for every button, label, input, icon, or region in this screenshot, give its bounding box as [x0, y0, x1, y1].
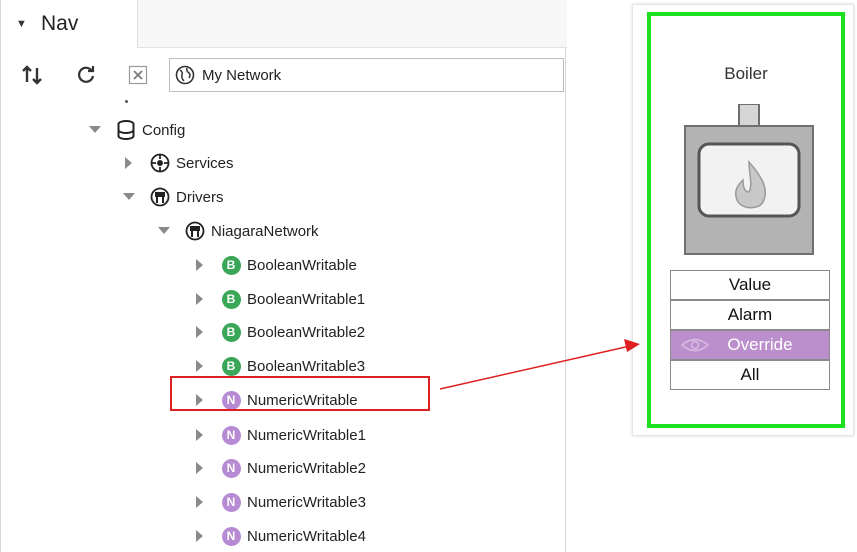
services-icon [150, 153, 170, 173]
collapsed-arrow-icon[interactable] [193, 428, 207, 442]
collapsed-arrow-icon[interactable] [193, 258, 207, 272]
all-button[interactable]: All [670, 360, 830, 390]
globe-icon [175, 65, 195, 85]
alarm-button[interactable]: Alarm [670, 300, 830, 330]
tree-label-niagara-network: NiagaraNetwork [211, 222, 319, 240]
eye-icon [681, 338, 709, 352]
boolean-point-icon: B [221, 289, 241, 309]
boolean-point-icon: B [221, 356, 241, 376]
all-button-label: All [740, 365, 760, 384]
expanded-arrow-icon[interactable] [88, 123, 102, 137]
nav-toolbar: My Network [1, 56, 567, 96]
collapsed-arrow-icon[interactable] [193, 529, 207, 543]
highlight-box [170, 376, 430, 411]
numeric-point-icon: N [221, 492, 241, 512]
close-icon[interactable] [125, 62, 151, 88]
collapsed-arrow-icon[interactable] [193, 359, 207, 373]
tree-label-point: NumericWritable3 [247, 493, 366, 511]
tree-node-point[interactable]: N NumericWritable3 [193, 487, 366, 517]
collapsed-arrow-icon[interactable] [193, 292, 207, 306]
ord-text: My Network [202, 67, 282, 84]
tree-label-point: BooleanWritable2 [247, 323, 366, 341]
tree-label-drivers: Drivers [176, 188, 224, 206]
nav-panel: ▼ Nav My Network Config Services Drivers… [0, 0, 567, 552]
sync-tree-icon[interactable] [20, 62, 46, 88]
tree-node-niagara-network[interactable]: NiagaraNetwork [157, 216, 319, 246]
tree-label-point: NumericWritable2 [247, 459, 366, 477]
value-button[interactable]: Value [670, 270, 830, 300]
nav-header: ▼ Nav [1, 0, 567, 48]
nav-title: Nav [41, 12, 79, 35]
tree-node-drivers[interactable]: Drivers [122, 182, 224, 212]
tree-ellipsis [125, 100, 128, 103]
nav-tab[interactable]: ▼ Nav [1, 0, 138, 48]
tree-node-point[interactable]: B BooleanWritable [193, 250, 357, 280]
tree-node-point[interactable]: B BooleanWritable2 [193, 317, 365, 347]
collapsed-arrow-icon[interactable] [193, 325, 207, 339]
tree-node-config[interactable]: Config [88, 115, 185, 145]
tree-node-point[interactable]: N NumericWritable1 [193, 420, 366, 450]
tree-node-point[interactable]: N NumericWritable2 [193, 453, 366, 483]
caret-down-icon[interactable]: ▼ [16, 18, 27, 30]
boiler-title: Boiler [724, 64, 768, 83]
tree-node-point[interactable]: B BooleanWritable1 [193, 284, 365, 314]
override-button[interactable]: Override [670, 330, 830, 360]
numeric-point-icon: N [221, 458, 241, 478]
network-icon [185, 221, 205, 241]
tree-label-point: NumericWritable1 [247, 426, 366, 444]
numeric-point-icon: N [221, 526, 241, 546]
alarm-button-label: Alarm [727, 305, 773, 324]
boolean-point-icon: B [221, 322, 241, 342]
boiler-icon [684, 104, 814, 255]
tree-label-point: BooleanWritable1 [247, 290, 366, 308]
tree-label-point: BooleanWritable3 [247, 357, 366, 375]
value-button-label: Value [728, 275, 772, 294]
tree-node-services[interactable]: Services [122, 148, 234, 178]
drivers-icon [150, 187, 170, 207]
refresh-icon[interactable] [73, 62, 99, 88]
tree-label-point: NumericWritable4 [247, 527, 366, 545]
numeric-point-icon: N [221, 425, 241, 445]
expanded-arrow-icon[interactable] [157, 224, 171, 238]
tree-label-config: Config [142, 121, 186, 139]
collapsed-arrow-icon[interactable] [193, 461, 207, 475]
database-icon [116, 120, 136, 140]
expanded-arrow-icon[interactable] [122, 190, 136, 204]
tree-label-point: BooleanWritable [247, 256, 357, 274]
override-button-label: Override [727, 335, 793, 354]
boolean-point-icon: B [221, 255, 241, 275]
tree-label-services: Services [176, 154, 234, 172]
ord-field[interactable]: My Network [169, 58, 564, 92]
collapsed-arrow-icon[interactable] [193, 495, 207, 509]
collapsed-arrow-icon[interactable] [122, 156, 136, 170]
tree-node-point[interactable]: N NumericWritable4 [193, 521, 366, 551]
